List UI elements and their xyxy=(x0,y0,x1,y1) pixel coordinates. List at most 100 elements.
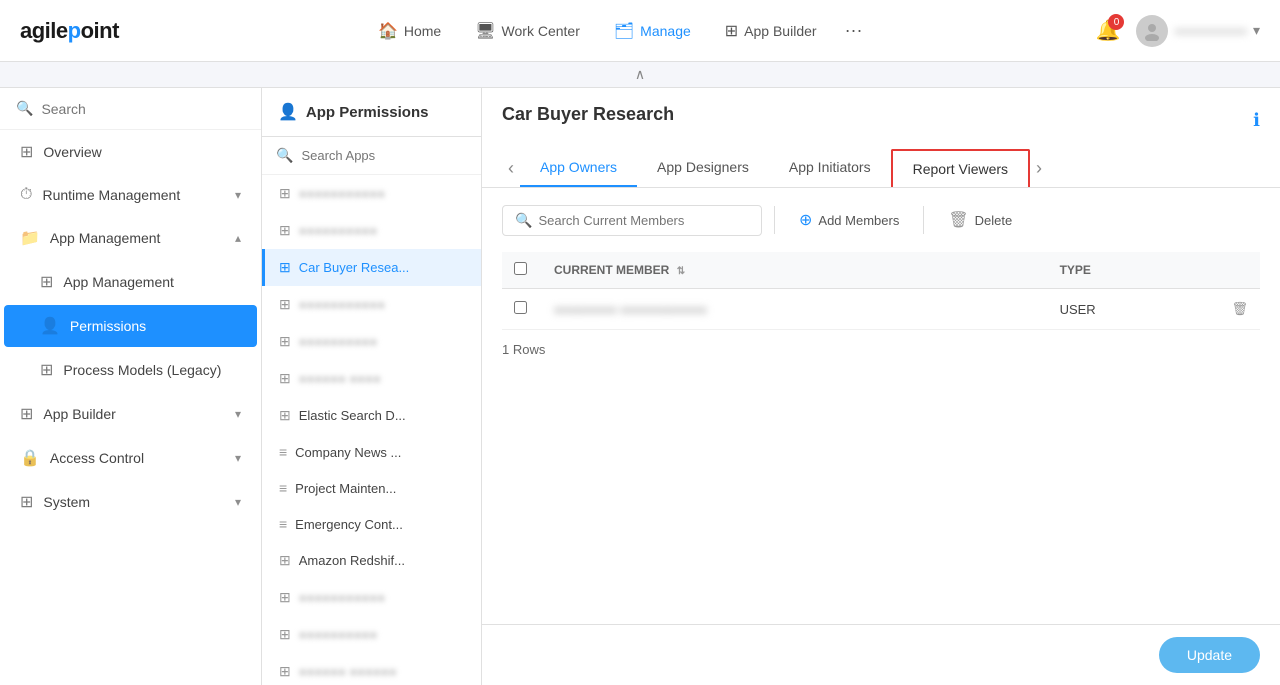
app-name: Company News ... xyxy=(295,445,401,460)
app-name: Project Mainten... xyxy=(295,481,396,496)
nav-workcenter[interactable]: 🖥 Work Center xyxy=(461,13,594,49)
top-nav: agilepoint 🏠 Home 🖥 Work Center 🗂 Manage… xyxy=(0,0,1280,62)
sort-icon[interactable]: ⇅ xyxy=(677,266,685,277)
chevron-up-icon: ▴ xyxy=(235,231,241,245)
tab-prev-button[interactable]: ‹ xyxy=(502,150,520,187)
nav-appbuilder[interactable]: ⊞ App Builder xyxy=(711,13,831,49)
app-name: ●●●●●●●●●● xyxy=(299,627,378,642)
panel-icon: 👤 xyxy=(278,102,298,122)
app-list-item[interactable]: ⊞ ●●●●●●●●●●● xyxy=(262,286,481,323)
app-name: Emergency Cont... xyxy=(295,517,403,532)
tab-app-initiators[interactable]: App Initiators xyxy=(769,149,891,187)
app-list-item[interactable]: ⊞ ●●●●●●●●●●● xyxy=(262,579,481,616)
app-grid-icon: ⊞ xyxy=(279,589,291,606)
sidebar-item-accesscontrol[interactable]: 🔒 Access Control ▾ xyxy=(4,437,257,479)
app-list-item[interactable]: ⊞ ●●●●●● ●●●● xyxy=(262,360,481,397)
toolbar-search-icon: 🔍 xyxy=(515,212,532,229)
sidebar-search-input[interactable] xyxy=(41,101,245,117)
app-grid-icon: ⊞ xyxy=(279,222,291,239)
tab-app-owners[interactable]: App Owners xyxy=(520,149,637,187)
chevron-down-icon: ▾ xyxy=(235,495,241,509)
nav-more-button[interactable]: ··· xyxy=(837,16,871,45)
app-grid-icon: ≡ xyxy=(279,516,287,532)
sidebar-item-appbuilder[interactable]: ⊞ App Builder ▾ xyxy=(4,393,257,435)
sidebar-search-box[interactable]: 🔍 xyxy=(0,88,261,130)
select-all-col xyxy=(502,252,542,289)
app-grid-icon: ⊞ xyxy=(279,626,291,643)
app-grid-icon: ⊞ xyxy=(279,407,291,424)
app-grid-icon: ⊞ xyxy=(279,663,291,680)
app-list-item[interactable]: ≡ Company News ... xyxy=(262,434,481,470)
app-list-item[interactable]: ⊞ ●●●●●● ●●●●●● xyxy=(262,653,481,685)
tab-report-viewers[interactable]: Report Viewers xyxy=(891,149,1030,187)
workcenter-icon: 🖥 xyxy=(475,21,495,41)
tab-app-designers[interactable]: App Designers xyxy=(637,149,769,187)
tab-next-button[interactable]: › xyxy=(1030,150,1048,187)
app-list-item[interactable]: ⊞ ●●●●●●●●●●● xyxy=(262,175,481,212)
app-grid-icon: ⊞ xyxy=(279,370,291,387)
app-list-item[interactable]: ≡ Emergency Cont... xyxy=(262,506,481,542)
app-list-item[interactable]: ⊞ Elastic Search D... xyxy=(262,397,481,434)
delete-button[interactable]: 🗑 Delete xyxy=(936,204,1024,236)
member-search-input[interactable] xyxy=(538,213,749,228)
sidebar-item-overview[interactable]: ⊞ Overview xyxy=(4,131,257,173)
app-list-item[interactable]: ⊞ ●●●●●●●●●● xyxy=(262,323,481,360)
col-actions xyxy=(1219,252,1260,289)
app-grid-icon: ⊞ xyxy=(279,296,291,313)
app-name: ●●●●●● ●●●● xyxy=(299,371,381,386)
middle-search-box[interactable]: 🔍 xyxy=(262,137,481,175)
sidebar-item-system[interactable]: ⊞ System ▾ xyxy=(4,481,257,523)
app-name: ●●●●●●●●●●● xyxy=(299,297,385,312)
toolbar-search-box[interactable]: 🔍 xyxy=(502,205,762,236)
app-search-input[interactable] xyxy=(301,148,477,163)
avatar xyxy=(1136,15,1168,47)
search-icon: 🔍 xyxy=(276,147,293,164)
sidebar-item-appmanagement-sub[interactable]: ⊞ App Management xyxy=(4,261,257,303)
app-grid-icon: ⊞ xyxy=(279,185,291,202)
app-list-item[interactable]: ⊞ ●●●●●●●●●● xyxy=(262,212,481,249)
row-checkbox-col xyxy=(502,289,542,330)
notification-button[interactable]: 🔔 0 xyxy=(1096,18,1121,43)
search-icon: 🔍 xyxy=(16,100,33,117)
sidebar-item-label: Process Models (Legacy) xyxy=(63,362,241,378)
row-delete-icon[interactable]: 🗑 xyxy=(1231,301,1248,316)
toolbar: 🔍 ⊕ Add Members 🗑 Delete xyxy=(502,204,1260,236)
update-button[interactable]: Update xyxy=(1159,637,1260,673)
tabs-row: ‹ App Owners App Designers App Initiator… xyxy=(502,149,1260,187)
app-name: ●●●●●●●●●●● xyxy=(299,590,385,605)
sidebar-item-appmanagement[interactable]: 📁 App Management ▴ xyxy=(4,217,257,259)
appbuilder-sidebar-icon: ⊞ xyxy=(20,404,33,424)
select-all-checkbox[interactable] xyxy=(514,262,527,275)
collapse-button[interactable]: ∧ xyxy=(0,62,1280,88)
sidebar-item-label: Overview xyxy=(43,144,241,160)
sidebar-item-label: Runtime Management xyxy=(42,187,224,203)
middle-panel-header: 👤 App Permissions xyxy=(262,88,481,137)
sidebar-item-label: Permissions xyxy=(70,318,241,334)
app-list-item[interactable]: ⊞ Amazon Redshif... xyxy=(262,542,481,579)
sidebar-item-processmodels[interactable]: ⊞ Process Models (Legacy) xyxy=(4,349,257,391)
add-members-label: Add Members xyxy=(818,213,899,228)
app-list-item[interactable]: ⊞ ●●●●●●●●●● xyxy=(262,616,481,653)
middle-panel: 👤 App Permissions 🔍 ⊞ ●●●●●●●●●●● ⊞ ●●●●… xyxy=(262,88,482,685)
appmanagement-sub-icon: ⊞ xyxy=(40,272,53,292)
sidebar-item-runtime[interactable]: ⏱ Runtime Management ▾ xyxy=(4,175,257,215)
appmanagement-icon: 📁 xyxy=(20,228,40,248)
app-list-item[interactable]: ≡ Project Mainten... xyxy=(262,470,481,506)
app-name: Car Buyer Resea... xyxy=(299,260,410,275)
table-header-row: CURRENT MEMBER ⇅ TYPE xyxy=(502,252,1260,289)
app-grid-icon: ⊞ xyxy=(279,333,291,350)
nav-home[interactable]: 🏠 Home xyxy=(364,13,455,49)
info-icon[interactable]: ℹ xyxy=(1253,110,1260,131)
user-menu[interactable]: ●●●●●●●●●● ▾ xyxy=(1136,15,1260,47)
lock-icon: 🔒 xyxy=(20,448,40,468)
nav-manage[interactable]: 🗂 Manage xyxy=(600,13,705,49)
sidebar-item-permissions[interactable]: 👤 Permissions xyxy=(4,305,257,347)
app-grid-icon: ≡ xyxy=(279,480,287,496)
overview-icon: ⊞ xyxy=(20,142,33,162)
row-checkbox[interactable] xyxy=(514,301,527,314)
right-panel-header: Car Buyer Research ℹ ‹ App Owners App De… xyxy=(482,88,1280,188)
app-grid-icon: ≡ xyxy=(279,444,287,460)
app-list-item[interactable]: ⊞ Car Buyer Resea... xyxy=(262,249,481,286)
add-members-button[interactable]: ⊕ Add Members xyxy=(787,204,911,236)
sidebar-item-label: System xyxy=(43,494,225,510)
